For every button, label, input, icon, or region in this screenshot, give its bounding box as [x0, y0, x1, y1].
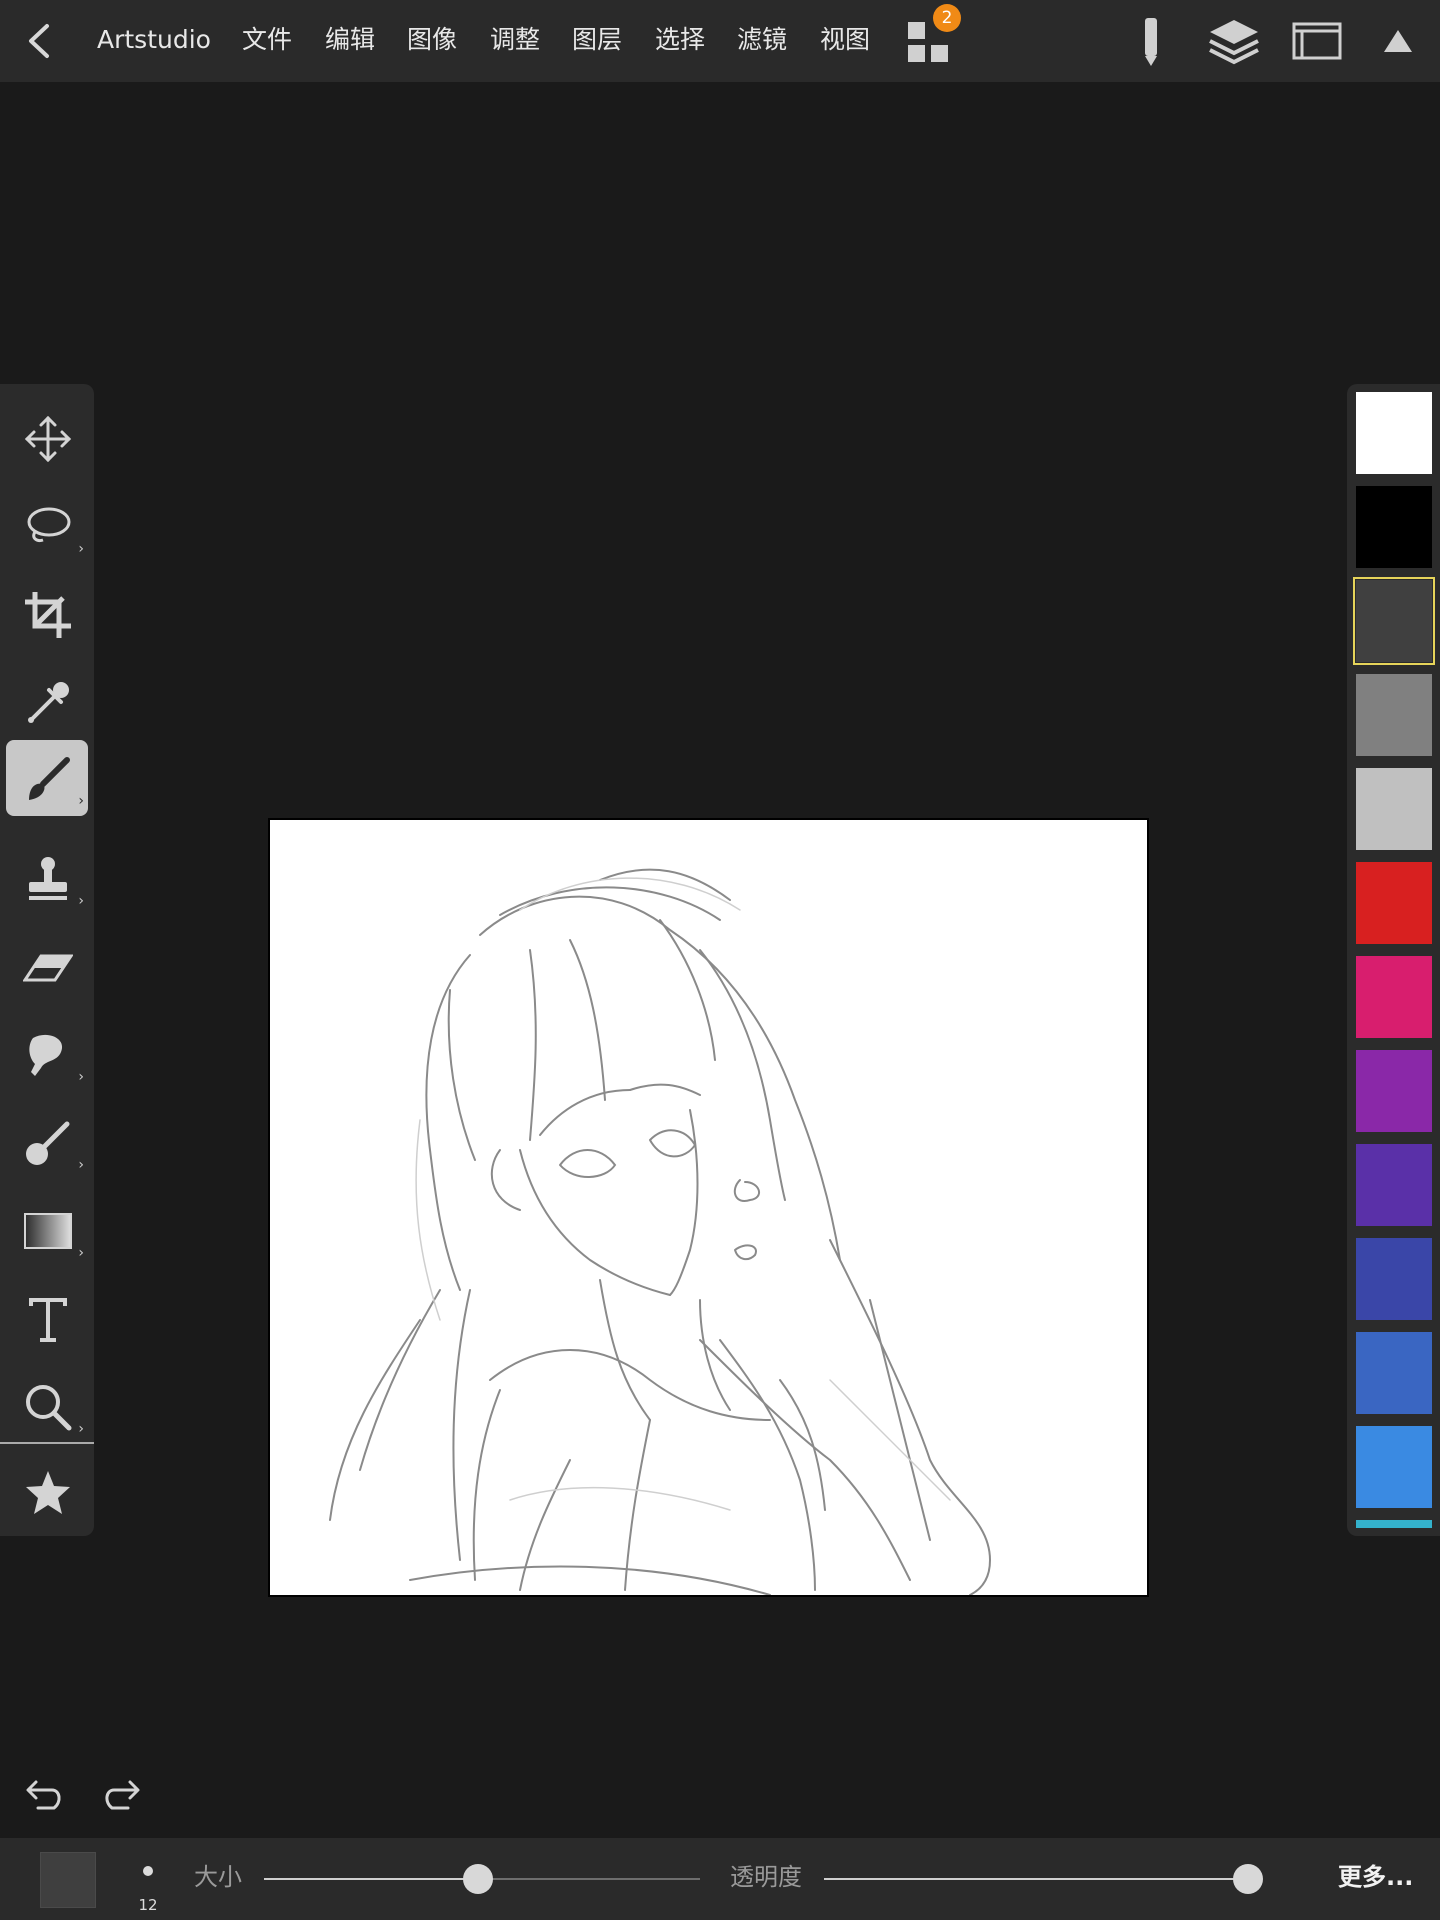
- tool-bar: › › › › › › ›: [0, 384, 94, 1536]
- favorites-tool[interactable]: [6, 1454, 88, 1530]
- collapse-arrow-icon: [1384, 30, 1412, 52]
- size-label: 大小: [194, 1863, 242, 1891]
- brush-icon: [29, 757, 70, 800]
- crop-tool[interactable]: [6, 576, 88, 652]
- brush-more-indicator: ›: [78, 793, 84, 809]
- sketch-artwork: [329, 868, 992, 1595]
- lasso-icon: [27, 507, 71, 542]
- color-swatch[interactable]: [1356, 392, 1432, 474]
- size-slider[interactable]: [264, 1864, 700, 1894]
- menu-image[interactable]: 图像: [407, 22, 457, 58]
- drawing-canvas[interactable]: [268, 818, 1149, 1597]
- zoom-more-indicator: ›: [78, 1421, 84, 1437]
- pencil-button[interactable]: [1136, 16, 1166, 66]
- more-options-button[interactable]: 更多...: [1338, 1860, 1413, 1894]
- undo-icon: [26, 1780, 61, 1810]
- zoom-tool[interactable]: ›: [6, 1368, 88, 1444]
- size-slider-handle[interactable]: [463, 1864, 493, 1894]
- stamp-tool[interactable]: ›: [6, 840, 88, 916]
- layers-button[interactable]: [1206, 16, 1262, 66]
- current-color-swatch[interactable]: [40, 1852, 96, 1908]
- color-swatch[interactable]: [1356, 486, 1432, 568]
- apps-badge: 2: [933, 4, 961, 32]
- back-button[interactable]: [22, 22, 58, 60]
- layers-icon: [1209, 20, 1259, 65]
- smudge-more-indicator: ›: [78, 1069, 84, 1085]
- text-icon: [29, 1298, 67, 1342]
- star-icon: [26, 1471, 70, 1514]
- move-tool[interactable]: [6, 400, 88, 476]
- eyedropper-tool[interactable]: [6, 664, 88, 740]
- menu-adjust[interactable]: 调整: [490, 22, 540, 58]
- menu-edit[interactable]: 编辑: [325, 22, 375, 58]
- move-icon: [24, 415, 72, 463]
- gradient-tool[interactable]: ›: [6, 1192, 88, 1268]
- color-swatch[interactable]: [1356, 862, 1432, 944]
- app-title[interactable]: Artstudio: [97, 22, 211, 58]
- menu-filters[interactable]: 滤镜: [737, 22, 787, 58]
- gradient-icon: [24, 1213, 72, 1249]
- menu-layers[interactable]: 图层: [572, 22, 622, 58]
- smudge-tool[interactable]: ›: [6, 1016, 88, 1092]
- smudge-icon: [29, 1034, 63, 1076]
- opacity-label: 透明度: [730, 1863, 802, 1891]
- top-menu-bar: Artstudio 文件 编辑 图像 调整 图层 选择 滤镜 视图 2: [0, 0, 1440, 82]
- color-swatch[interactable]: [1356, 674, 1432, 756]
- color-palette: [1347, 384, 1440, 1536]
- crop-icon: [25, 592, 71, 638]
- eyedropper-icon: [28, 682, 69, 723]
- chevron-left-icon: [29, 24, 49, 58]
- toolbar-divider: [0, 1442, 94, 1444]
- size-slider-fill: [264, 1878, 478, 1880]
- redo-icon: [105, 1780, 140, 1810]
- stamp-more-indicator: ›: [78, 893, 84, 909]
- gradient-more-indicator: ›: [78, 1245, 84, 1261]
- collapse-button[interactable]: [1380, 16, 1416, 66]
- text-tool[interactable]: [6, 1280, 88, 1356]
- stamp-icon: [29, 857, 67, 900]
- window-button[interactable]: [1290, 16, 1346, 66]
- color-swatch[interactable]: [1356, 1144, 1432, 1226]
- color-swatch[interactable]: [1356, 956, 1432, 1038]
- window-icon: [1292, 22, 1342, 60]
- color-swatch[interactable]: [1356, 1050, 1432, 1132]
- brush-tool[interactable]: ›: [6, 740, 88, 816]
- lasso-more-indicator: ›: [78, 541, 84, 557]
- menu-view[interactable]: 视图: [820, 22, 870, 58]
- brush-settings-bar: 12 大小 透明度 更多...: [0, 1838, 1440, 1920]
- brush-size-value: 12: [138, 1896, 158, 1914]
- color-swatch[interactable]: [1356, 1238, 1432, 1320]
- brush-preview-dot[interactable]: [143, 1866, 153, 1876]
- opacity-slider-handle[interactable]: [1233, 1864, 1263, 1894]
- color-swatch[interactable]: [1356, 1332, 1432, 1414]
- pencil-icon: [1145, 18, 1157, 66]
- color-swatch[interactable]: [1353, 577, 1435, 665]
- color-swatch[interactable]: [1356, 768, 1432, 850]
- dodge-tool[interactable]: ›: [6, 1104, 88, 1180]
- eraser-tool[interactable]: [6, 928, 88, 1004]
- redo-button[interactable]: [100, 1772, 148, 1820]
- dodge-more-indicator: ›: [78, 1157, 84, 1173]
- opacity-slider[interactable]: [824, 1864, 1263, 1894]
- undo-button[interactable]: [18, 1772, 66, 1820]
- menu-file[interactable]: 文件: [242, 22, 292, 58]
- opacity-slider-fill: [824, 1878, 1248, 1880]
- eraser-icon: [23, 954, 73, 982]
- zoom-icon: [26, 1385, 72, 1431]
- dodge-icon: [26, 1121, 70, 1165]
- color-swatch[interactable]: [1356, 1520, 1432, 1528]
- color-swatch[interactable]: [1356, 1426, 1432, 1508]
- lasso-tool[interactable]: ›: [6, 488, 88, 564]
- menu-select[interactable]: 选择: [655, 22, 705, 58]
